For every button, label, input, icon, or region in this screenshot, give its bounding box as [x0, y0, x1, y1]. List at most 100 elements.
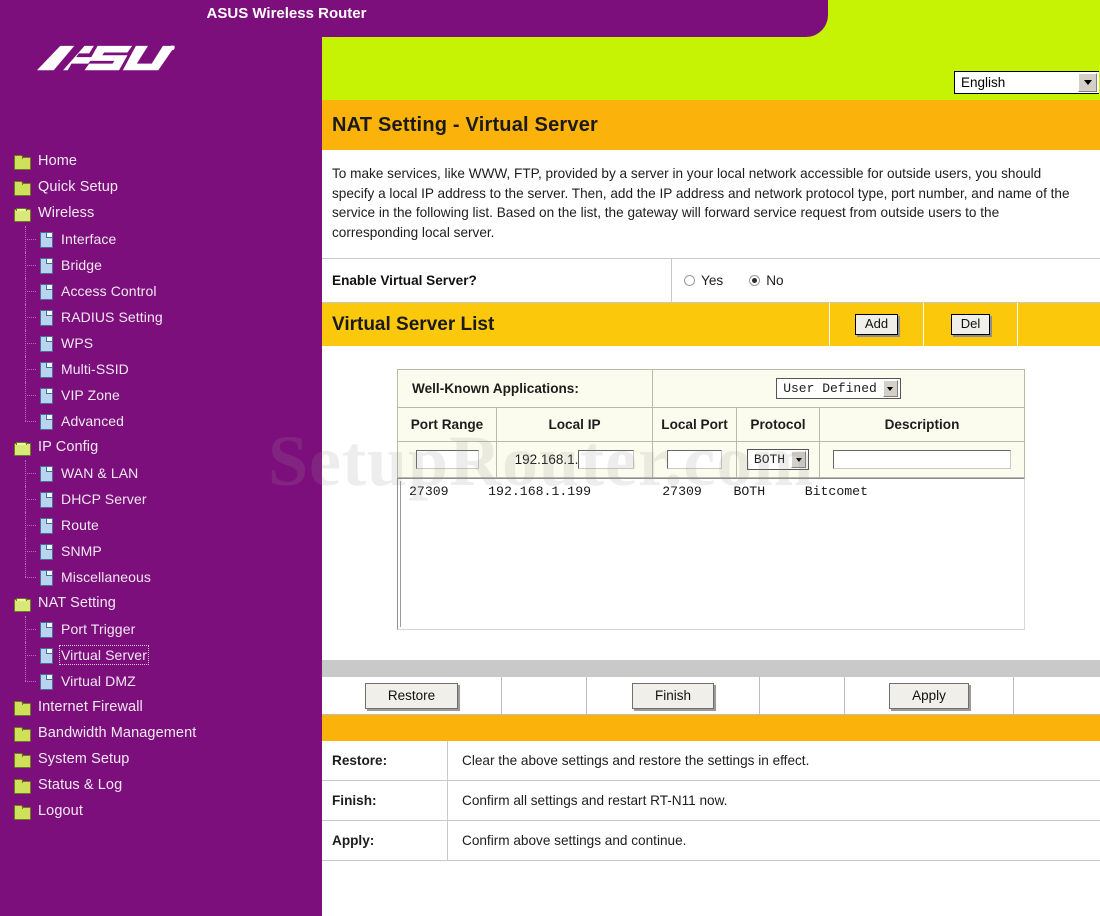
tree-line-horizontal [25, 473, 36, 475]
sidebar-item-bridge[interactable]: Bridge [0, 252, 322, 278]
local-port-cell [652, 441, 737, 478]
sidebar-item-radius-setting[interactable]: RADIUS Setting [0, 304, 322, 330]
page-icon [40, 283, 53, 300]
page-title-bar: NAT Setting - Virtual Server [322, 100, 1100, 150]
sidebar-item-internet-firewall[interactable]: Internet Firewall [0, 694, 322, 720]
sidebar-item-wireless[interactable]: Wireless [0, 200, 322, 226]
tree-line-horizontal [25, 265, 36, 267]
column-header-local-ip: Local IP [496, 407, 653, 442]
well-known-applications-cell: User Defined [652, 369, 1025, 408]
language-select[interactable]: English [954, 71, 1099, 94]
page-icon [40, 465, 53, 482]
description-input[interactable] [833, 450, 1011, 469]
column-header-description: Description [819, 407, 1025, 442]
restore-button[interactable]: Restore [364, 682, 459, 709]
tree-line-horizontal [25, 343, 36, 345]
help-row-key: Finish: [322, 780, 448, 821]
virtual-server-list-title: Virtual Server List [332, 313, 495, 335]
local-port-input[interactable] [667, 450, 722, 469]
sidebar-item-multi-ssid[interactable]: Multi-SSID [0, 356, 322, 382]
column-header-protocol: Protocol [736, 407, 820, 442]
radio-yes[interactable] [684, 275, 695, 286]
chevron-down-icon[interactable] [882, 380, 898, 397]
sidebar-item-quick-setup[interactable]: Quick Setup [0, 174, 322, 200]
column-header-port-range: Port Range [397, 407, 497, 442]
sidebar-item-snmp[interactable]: SNMP [0, 538, 322, 564]
sidebar-item-nat-setting[interactable]: NAT Setting [0, 590, 322, 616]
sidebar-item-label: Advanced [61, 413, 125, 429]
page-icon [40, 361, 53, 378]
sidebar-item-virtual-dmz[interactable]: Virtual DMZ [0, 668, 322, 694]
sidebar-item-label: WAN & LAN [61, 465, 139, 481]
sidebar: Home Quick Setup Wireless Interface Bridge Ac… [0, 0, 322, 916]
port-range-input[interactable] [415, 450, 479, 469]
page-icon [40, 543, 53, 560]
sidebar-item-bandwidth-management[interactable]: Bandwidth Management [0, 720, 322, 746]
chevron-down-icon[interactable] [1078, 73, 1097, 92]
sidebar-item-logout[interactable]: Logout [0, 798, 322, 824]
sidebar-item-ip-config[interactable]: IP Config [0, 434, 322, 460]
radio-yes-label: Yes [701, 273, 724, 288]
sidebar-item-home[interactable]: Home [0, 148, 322, 174]
del-button[interactable]: Del [950, 314, 991, 335]
chevron-down-icon[interactable] [791, 451, 807, 468]
local-ip-cell: 192.168.1. [496, 441, 653, 478]
page-icon [40, 413, 53, 430]
tree-line-horizontal [25, 499, 36, 501]
sidebar-item-label: VIP Zone [61, 387, 120, 403]
tree-line-horizontal [25, 525, 36, 527]
sidebar-item-interface[interactable]: Interface [0, 226, 322, 252]
well-known-applications-label: Well-Known Applications: [397, 369, 653, 408]
sidebar-item-label: Miscellaneous [61, 569, 152, 585]
tree-line-horizontal [25, 239, 36, 241]
tree-line-horizontal [25, 395, 36, 397]
sidebar-item-label: IP Config [38, 439, 99, 455]
list-item[interactable]: 27309 192.168.1.199 27309 BOTH Bitcomet [401, 481, 1022, 499]
help-row-key: Restore: [322, 741, 448, 781]
sidebar-item-label: Virtual DMZ [61, 673, 136, 689]
protocol-select[interactable]: BOTH [746, 449, 810, 470]
tree-line-horizontal [25, 551, 36, 553]
sidebar-item-route[interactable]: Route [0, 512, 322, 538]
sidebar-item-status-log[interactable]: Status & Log [0, 772, 322, 798]
tree-line-horizontal [25, 681, 36, 683]
sidebar-item-port-trigger[interactable]: Port Trigger [0, 616, 322, 642]
sidebar-item-label: System Setup [38, 751, 130, 767]
sidebar-item-system-setup[interactable]: System Setup [0, 746, 322, 772]
sidebar-nav: Home Quick Setup Wireless Interface Bridge Ac… [0, 148, 322, 824]
page-icon [40, 309, 53, 326]
sidebar-item-label: RADIUS Setting [61, 309, 163, 325]
add-button[interactable]: Add [854, 314, 899, 335]
page-icon [40, 335, 53, 352]
sidebar-item-wps[interactable]: WPS [0, 330, 322, 356]
tree-line-horizontal [25, 369, 36, 371]
sidebar-item-label: Port Trigger [61, 621, 136, 637]
sidebar-item-wan-lan[interactable]: WAN & LAN [0, 460, 322, 486]
sidebar-item-advanced[interactable]: Advanced [0, 408, 322, 434]
tree-line-horizontal [25, 291, 36, 293]
sidebar-item-virtual-server[interactable]: Virtual Server [0, 642, 322, 668]
finish-button[interactable]: Finish [631, 682, 714, 709]
folder-closed-icon [14, 752, 31, 768]
virtual-server-list-box[interactable]: 27309 192.168.1.199 27309 BOTH Bitcomet [397, 478, 1025, 630]
well-known-applications-select[interactable]: User Defined [776, 378, 901, 399]
local-ip-input[interactable] [578, 450, 635, 469]
page-icon [40, 569, 53, 586]
page-icon [40, 257, 53, 274]
folder-closed-icon [14, 726, 31, 742]
sidebar-item-label: NAT Setting [38, 595, 116, 611]
form-column-headers: Port Range Local IP Local Port Protocol … [397, 407, 1025, 442]
apply-button-cell: Apply [845, 677, 1014, 714]
sidebar-item-label: Home [38, 153, 78, 169]
sidebar-item-label: Route [61, 517, 99, 533]
sidebar-item-access-control[interactable]: Access Control [0, 278, 322, 304]
radio-no[interactable] [749, 275, 761, 286]
tree-line-horizontal [25, 317, 36, 319]
sidebar-item-vip-zone[interactable]: VIP Zone [0, 382, 322, 408]
apply-button[interactable]: Apply [889, 682, 969, 709]
sidebar-item-dhcp-server[interactable]: DHCP Server [0, 486, 322, 512]
sidebar-item-label: Multi-SSID [61, 361, 129, 377]
tree-line-horizontal [25, 655, 36, 657]
radio-no-label: No [766, 273, 784, 288]
sidebar-item-miscellaneous[interactable]: Miscellaneous [0, 564, 322, 590]
